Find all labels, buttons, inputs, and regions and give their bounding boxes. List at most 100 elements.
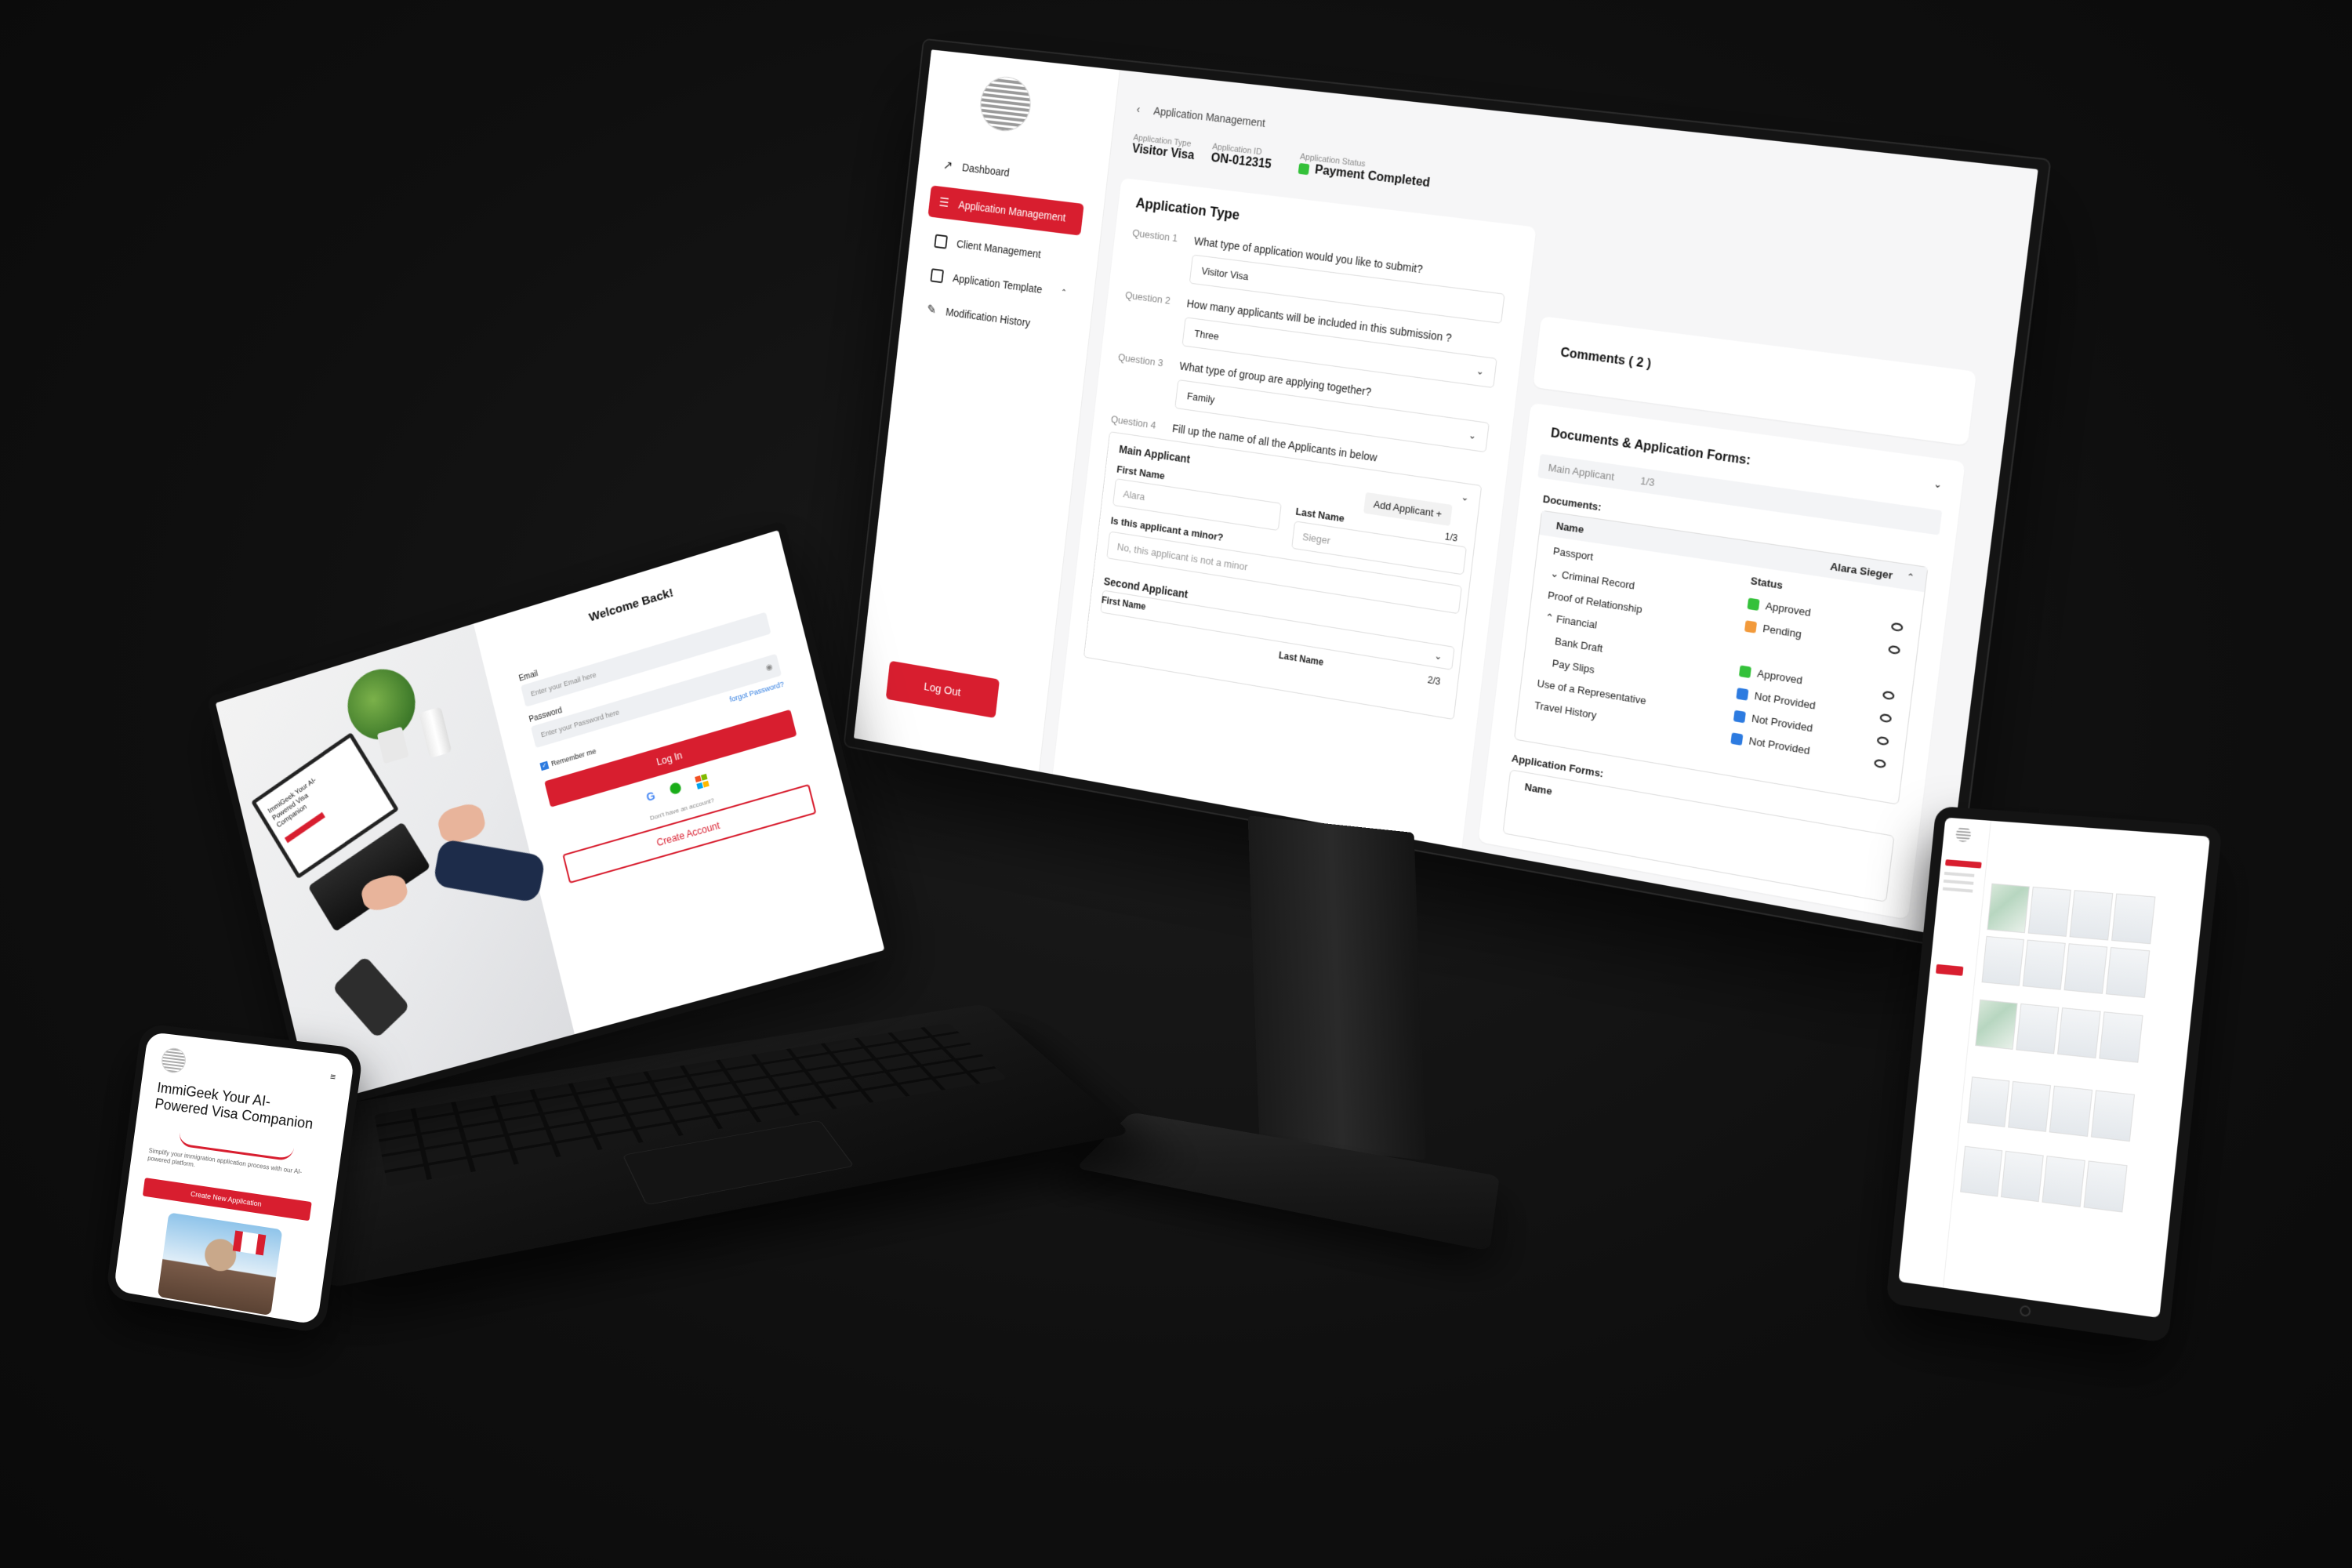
photo-hand-right xyxy=(435,800,488,847)
google-icon[interactable]: G xyxy=(645,789,656,804)
documents-table: Name Alara Sieger ⌃ Passport Status ⌄ Cr… xyxy=(1513,510,1929,805)
edit-icon: ✎ xyxy=(926,303,937,318)
eye-icon[interactable] xyxy=(1890,622,1904,633)
document-thumbnail[interactable] xyxy=(2111,893,2156,945)
document-thumbnail[interactable] xyxy=(2049,1085,2093,1137)
document-thumbnail[interactable] xyxy=(1981,935,2024,986)
document-name: ⌄ Criminal Record xyxy=(1550,567,1635,593)
status-dot xyxy=(1730,731,1744,746)
breadcrumb[interactable]: ‹ Application Management xyxy=(1136,103,1266,129)
column-header: Status xyxy=(1750,574,1784,592)
document-thumbnail[interactable] xyxy=(2069,890,2114,941)
document-thumbnail[interactable] xyxy=(2001,1150,2044,1203)
document-name: Pay Slips xyxy=(1551,657,1595,676)
document-thumbnail[interactable] xyxy=(2042,1156,2085,1207)
document-name: ⌃ Financial xyxy=(1544,611,1598,631)
input-value: Alara xyxy=(1122,487,1146,503)
document-thumbnail[interactable] xyxy=(1960,1145,2003,1197)
monitor-stand-neck xyxy=(1247,815,1426,1160)
mobile-phone: ≡ ImmiGeek Your AI-Powered Visa Companio… xyxy=(105,1023,365,1334)
list-check-icon: ☰ xyxy=(938,196,950,210)
document-thumbnail[interactable] xyxy=(2063,943,2108,994)
document-thumbnail[interactable] xyxy=(1967,1076,2010,1127)
eye-icon[interactable] xyxy=(1888,644,1901,655)
chevron-left-icon[interactable]: ‹ xyxy=(1136,103,1141,115)
checkbox-checked-icon[interactable]: ✓ xyxy=(539,760,550,771)
chevron-down-icon: ⌄ xyxy=(1475,365,1485,378)
documents-card: Documents & Application Forms: ⌄ Main Ap… xyxy=(1478,402,1965,920)
status-text: Approved xyxy=(1756,667,1803,687)
photo-phone xyxy=(332,955,411,1039)
tablet-screen xyxy=(1898,817,2210,1319)
sidebar-item-label: Modification History xyxy=(945,305,1031,329)
document-thumbnail[interactable] xyxy=(2090,1090,2136,1142)
monitor-screen: ↗ Dashboard ☰ Application Management Cli… xyxy=(853,49,2038,936)
document-thumbnail[interactable] xyxy=(2083,1160,2128,1213)
chevron-down-icon: ⌄ xyxy=(1468,429,1477,442)
document-thumbnail[interactable] xyxy=(2105,946,2151,998)
microsoft-icon[interactable] xyxy=(694,773,710,789)
document-thumbnail[interactable] xyxy=(2016,1003,2060,1054)
chevron-up-icon: ⌃ xyxy=(1060,288,1068,297)
eye-icon[interactable] xyxy=(1876,735,1889,746)
wechat-icon[interactable] xyxy=(668,781,682,796)
menu-icon[interactable]: ≡ xyxy=(329,1071,336,1083)
status-dot xyxy=(1747,597,1760,611)
create-application-button[interactable]: Create New Application xyxy=(142,1178,312,1221)
document-thumbnail[interactable] xyxy=(2099,1011,2143,1063)
tab-main-applicant[interactable]: Main Applicant xyxy=(1548,462,1615,483)
photo-screen-text: ImmiGeek Your AI-Powered Visa Companion xyxy=(266,775,318,829)
passport-thumbnail[interactable] xyxy=(1987,883,2030,934)
status-dot xyxy=(1736,687,1749,701)
plant-pot xyxy=(376,726,409,764)
tab-count: 1/3 xyxy=(1639,474,1656,489)
chevron-down-icon[interactable]: ⌄ xyxy=(1933,478,1943,491)
status-badge: Approved xyxy=(1738,664,1803,687)
chevron-down-icon[interactable]: ⌄ xyxy=(1461,492,1469,503)
eye-icon[interactable] xyxy=(1879,713,1893,724)
sidebar-item[interactable] xyxy=(1942,887,1973,893)
question-label: Question 1 xyxy=(1131,227,1178,245)
documents-label: Documents: xyxy=(1542,492,1602,514)
question-label: Question 3 xyxy=(1117,350,1164,369)
document-thumbnail[interactable] xyxy=(2027,886,2071,937)
document-thumbnail[interactable] xyxy=(2057,1007,2101,1058)
column-header: Name xyxy=(1523,780,1553,797)
logout-button[interactable]: Log Out xyxy=(885,660,1000,719)
status-badge: Not Provided xyxy=(1730,731,1810,757)
eye-icon[interactable] xyxy=(1882,690,1895,701)
template-icon xyxy=(930,268,945,284)
eye-icon[interactable]: ◉ xyxy=(765,662,774,673)
status-dot xyxy=(1733,710,1746,723)
sidebar-item-label: Client Management xyxy=(956,238,1042,261)
status-dot xyxy=(1744,619,1758,633)
status-text: Approved xyxy=(1765,599,1812,619)
applicant-page-indicator: 1/3 xyxy=(1444,531,1458,544)
canada-flag-icon xyxy=(232,1230,267,1256)
select-value: Three xyxy=(1193,327,1220,343)
document-thumbnail[interactable] xyxy=(2022,939,2066,990)
status-text: Pending xyxy=(1762,622,1802,641)
comments-title: Comments ( 2 ) xyxy=(1559,346,1652,372)
application-status-meta: Application Status Payment Completed xyxy=(1298,152,1432,191)
status-badge: Pending xyxy=(1744,619,1802,641)
status-badge: Not Provided xyxy=(1736,687,1817,712)
phone-hero-photo xyxy=(157,1212,283,1316)
sidebar-item[interactable] xyxy=(1943,879,1974,885)
remember-me[interactable]: ✓ Remember me xyxy=(539,747,597,771)
desktop-monitor: ↗ Dashboard ☰ Application Management Cli… xyxy=(843,38,2052,949)
logout-button[interactable] xyxy=(1935,964,1964,976)
breadcrumb-label: Application Management xyxy=(1152,104,1266,129)
sidebar-active-item[interactable] xyxy=(1945,859,1982,869)
status-text: Not Provided xyxy=(1751,712,1813,735)
eye-icon[interactable] xyxy=(1873,758,1886,769)
status-text: Not Provided xyxy=(1753,689,1817,712)
passport-thumbnail[interactable] xyxy=(1975,999,2018,1050)
app-logo xyxy=(1955,826,1972,843)
document-name: Bank Draft xyxy=(1554,635,1604,655)
sidebar-item[interactable] xyxy=(1944,871,1975,877)
document-thumbnail[interactable] xyxy=(2008,1080,2051,1132)
chevron-up-icon[interactable]: ⌃ xyxy=(1906,572,1915,583)
question-label: Question 4 xyxy=(1110,413,1157,431)
email-placeholder: Enter your Email here xyxy=(529,670,597,699)
